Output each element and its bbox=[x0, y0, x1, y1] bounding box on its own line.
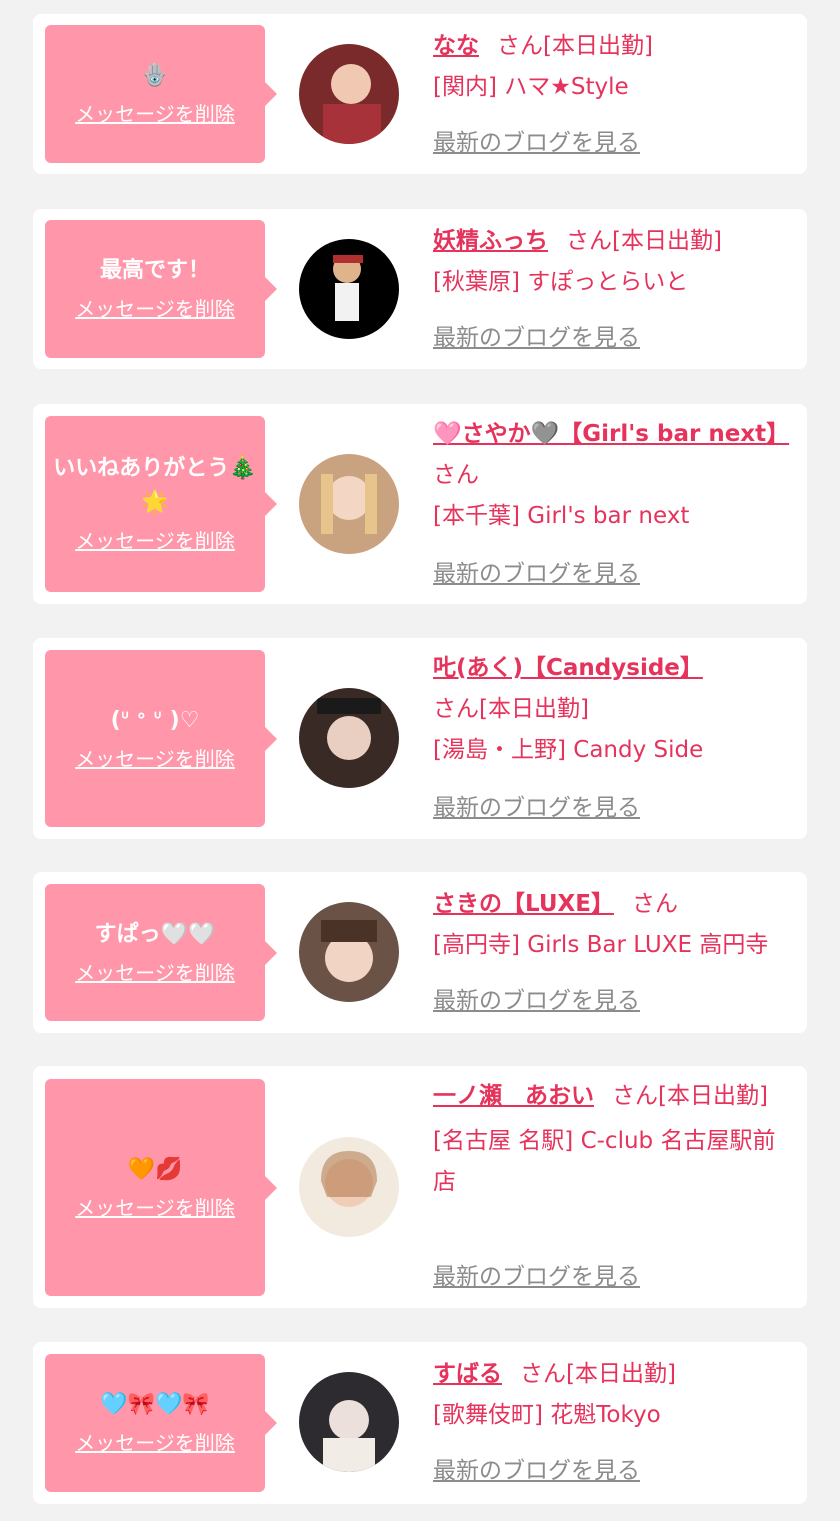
message-card: 🧡💋 メッセージを削除 一ノ瀬 あおい さん[本日出勤] [名古屋 名駅] C-c… bbox=[33, 1066, 807, 1308]
shop-name: [高円寺] Girls Bar LUXE 高円寺 bbox=[433, 932, 769, 958]
avatar[interactable] bbox=[299, 44, 399, 144]
delete-message-link[interactable]: メッセージを削除 bbox=[75, 1428, 235, 1458]
delete-message-link[interactable]: メッセージを削除 bbox=[75, 1193, 235, 1223]
message-card: 🪬 メッセージを削除 なな さん[本日出勤] [関内] ハマ★Style 最新のブ… bbox=[33, 14, 807, 174]
message-text: すぱっ🤍🤍 bbox=[94, 921, 216, 947]
message-bubble: 🪬 メッセージを削除 bbox=[45, 25, 277, 163]
latest-blog-link[interactable]: 最新のブログを見る bbox=[433, 1262, 640, 1292]
cast-status: さん[本日出勤] bbox=[566, 228, 722, 254]
delete-message-link[interactable]: メッセージを削除 bbox=[75, 526, 235, 556]
message-list: 🪬 メッセージを削除 なな さん[本日出勤] [関内] ハマ★Style 最新のブ… bbox=[0, 0, 840, 1521]
cast-name-link[interactable]: すばる bbox=[433, 1361, 502, 1387]
message-bubble: すぱっ🤍🤍 メッセージを削除 bbox=[45, 884, 277, 1021]
cast-name-link[interactable]: 𠮟(あく)【Candyside】 bbox=[433, 655, 703, 681]
cast-name-link[interactable]: 一ノ瀬 あおい bbox=[433, 1083, 594, 1109]
message-bubble: 🧡💋 メッセージを削除 bbox=[45, 1079, 277, 1296]
cast-name-link[interactable]: 妖精ふっち bbox=[433, 228, 548, 254]
shop-name: [湯島・上野] Candy Side bbox=[433, 737, 704, 763]
cast-status: さん bbox=[433, 462, 479, 488]
avatar[interactable] bbox=[299, 1372, 399, 1472]
message-bubble: 最高です！ メッセージを削除 bbox=[45, 220, 277, 358]
shop-name: [本千葉] Girl's bar next bbox=[433, 503, 690, 529]
message-text: 🧡💋 bbox=[127, 1156, 183, 1182]
latest-blog-link[interactable]: 最新のブログを見る bbox=[433, 1456, 640, 1486]
message-text: 最高です！ bbox=[99, 258, 210, 283]
avatar[interactable] bbox=[299, 688, 399, 788]
cast-status: さん[本日出勤] bbox=[612, 1083, 768, 1109]
latest-blog-link[interactable]: 最新のブログを見る bbox=[433, 986, 640, 1016]
avatar[interactable] bbox=[299, 454, 399, 554]
message-text: いいねありがとう🎄🌟 bbox=[53, 456, 257, 515]
message-card: 🩵🎀🩵🎀 メッセージを削除 すばる さん[本日出勤] [歌舞伎町] 花魁Tokyo… bbox=[33, 1342, 807, 1504]
cast-name-link[interactable]: なな bbox=[433, 33, 479, 59]
cast-status: さん[本日出勤] bbox=[497, 33, 653, 59]
message-bubble: (ᐡ ᐤ ᐡ )♡︎ メッセージを削除 bbox=[45, 650, 277, 827]
cast-status: さん bbox=[631, 891, 678, 917]
message-card: 最高です！ メッセージを削除 妖精ふっち さん[本日出勤] [秋葉原] すぽっとら… bbox=[33, 209, 807, 369]
shop-name: [名古屋 名駅] C-club 名古屋駅前店 bbox=[433, 1128, 776, 1195]
latest-blog-link[interactable]: 最新のブログを見る bbox=[433, 128, 640, 158]
latest-blog-link[interactable]: 最新のブログを見る bbox=[433, 559, 640, 589]
delete-message-link[interactable]: メッセージを削除 bbox=[75, 99, 235, 129]
shop-name: [関内] ハマ★Style bbox=[433, 74, 629, 100]
avatar[interactable] bbox=[299, 902, 399, 1002]
message-text: 🪬 bbox=[141, 63, 169, 88]
message-card: いいねありがとう🎄🌟 メッセージを削除 🩷さやか🩶【Girl's bar nex… bbox=[33, 404, 807, 604]
message-card: すぱっ🤍🤍 メッセージを削除 さきの【LUXE】 さん [高円寺] Girls B… bbox=[33, 872, 807, 1033]
delete-message-link[interactable]: メッセージを削除 bbox=[75, 958, 235, 988]
message-card: (ᐡ ᐤ ᐡ )♡︎ メッセージを削除 𠮟(あく)【Candyside】 さん[… bbox=[33, 638, 807, 839]
cast-name-link[interactable]: 🩷さやか🩶【Girl's bar next】 bbox=[433, 421, 789, 447]
cast-status: さん[本日出勤] bbox=[520, 1361, 676, 1387]
message-text: (ᐡ ᐤ ᐡ )♡︎ bbox=[110, 707, 200, 733]
latest-blog-link[interactable]: 最新のブログを見る bbox=[433, 793, 640, 823]
shop-name: [秋葉原] すぽっとらいと bbox=[433, 269, 689, 295]
shop-name: [歌舞伎町] 花魁Tokyo bbox=[433, 1402, 661, 1428]
message-text: 🩵🎀🩵🎀 bbox=[100, 1392, 210, 1417]
avatar[interactable] bbox=[299, 1137, 399, 1237]
cast-name-link[interactable]: さきの【LUXE】 bbox=[433, 891, 614, 917]
avatar[interactable] bbox=[299, 239, 399, 339]
delete-message-link[interactable]: メッセージを削除 bbox=[75, 744, 235, 774]
delete-message-link[interactable]: メッセージを削除 bbox=[75, 294, 235, 324]
message-bubble: いいねありがとう🎄🌟 メッセージを削除 bbox=[45, 416, 277, 592]
cast-status: さん[本日出勤] bbox=[433, 696, 589, 722]
latest-blog-link[interactable]: 最新のブログを見る bbox=[433, 323, 640, 353]
message-bubble: 🩵🎀🩵🎀 メッセージを削除 bbox=[45, 1354, 277, 1492]
